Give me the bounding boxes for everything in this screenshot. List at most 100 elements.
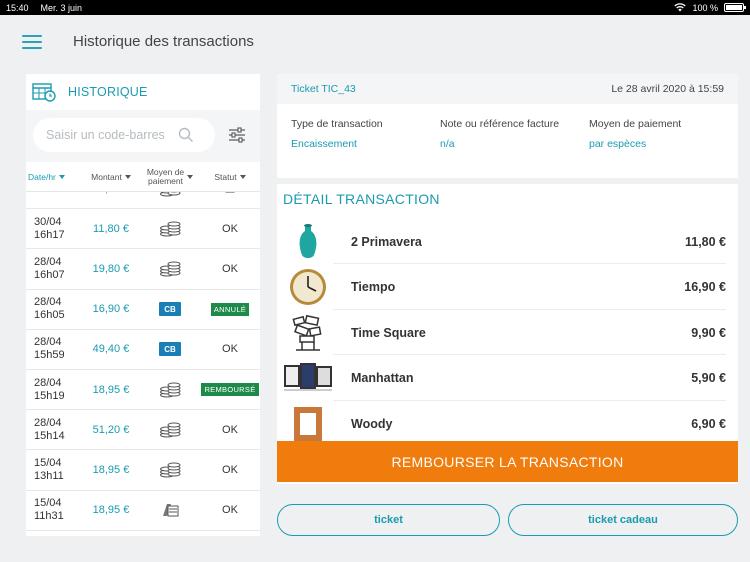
history-column-headers: Date/hr Montant Moyen de paiement Statut xyxy=(26,162,260,192)
item-price: 6,90 € xyxy=(691,416,726,431)
ticket-id: Ticket TIC_43 xyxy=(291,83,356,95)
transaction-item: Tiempo 16,90 € xyxy=(277,265,738,310)
row-payment: CB xyxy=(140,302,200,317)
transaction-row[interactable]: 28/04 15h14 51,20 € OK xyxy=(26,410,260,451)
row-datetime: 15/04 11h31 xyxy=(34,497,64,523)
transaction-row[interactable]: 28/04 16h07 19,80 € OK xyxy=(26,249,260,290)
item-price: 5,90 € xyxy=(691,371,726,385)
transaction-row[interactable]: 28/04 15h59 49,40 € CB OK xyxy=(26,329,260,370)
ticket-info: Type de transaction Encaissement Note ou… xyxy=(277,104,738,178)
battery-icon xyxy=(724,3,746,12)
wifi-icon xyxy=(674,3,687,12)
item-thumbnail xyxy=(282,221,334,263)
search-row xyxy=(26,110,260,162)
transaction-row[interactable]: 15/04 13h11 18,95 € OK xyxy=(26,450,260,491)
sort-amount-header[interactable]: Montant xyxy=(82,172,140,182)
row-status: OK xyxy=(222,222,238,235)
row-amount: 49,40 € xyxy=(92,343,130,356)
row-datetime: 15/04 13h11 xyxy=(34,456,64,482)
row-payment xyxy=(140,462,200,478)
row-payment xyxy=(140,192,200,197)
row-datetime: 28/04 15h59 xyxy=(34,336,65,362)
vase-icon xyxy=(299,223,317,258)
row-status: OK xyxy=(222,423,238,436)
item-price: 11,80 € xyxy=(684,234,726,249)
caret-down-icon xyxy=(239,174,246,179)
page-title: Historique des transactions xyxy=(73,33,254,50)
status-bar: 15:40 Mer. 3 juin 100 % xyxy=(0,0,750,15)
row-payment xyxy=(140,502,200,518)
frames-icon xyxy=(284,363,332,391)
nav-bar: Historique des transactions xyxy=(0,15,750,69)
history-panel: HISTORIQUE Date/hr Montant Moyen depaiem… xyxy=(26,74,260,536)
filter-icon[interactable] xyxy=(227,125,247,145)
wood-frame-icon xyxy=(294,406,322,441)
row-amount: 18,95 € xyxy=(92,504,130,517)
coins-icon xyxy=(160,192,181,197)
row-status: OK xyxy=(222,463,238,476)
row-datetime: 28/04 15h19 xyxy=(34,376,65,402)
print-ticket-button[interactable]: ticket xyxy=(277,504,500,536)
caret-down-icon xyxy=(124,174,131,179)
battery-percent: 100 % xyxy=(692,2,718,13)
item-price: 16,90 € xyxy=(684,280,726,294)
item-name: Tiempo xyxy=(351,280,396,294)
search-icon[interactable] xyxy=(178,127,194,143)
refund-transaction-button[interactable]: REMBOURSER LA TRANSACTION xyxy=(277,441,738,482)
row-amount: 18,95 € xyxy=(92,463,130,476)
detail-title: DÉTAIL TRANSACTION xyxy=(283,191,440,207)
item-thumbnail xyxy=(282,312,334,354)
ticket-datetime: Le 28 avril 2020 à 15:59 xyxy=(611,83,724,95)
row-amount: 11,80 € xyxy=(93,222,129,235)
status-time: 15:40 xyxy=(6,2,29,13)
row-status: OK xyxy=(222,343,238,356)
barcode-search-input[interactable] xyxy=(46,128,176,142)
item-thumbnail xyxy=(282,266,334,308)
row-status: OK xyxy=(222,504,238,517)
coins-icon xyxy=(160,221,181,237)
row-amount: 18,95 € xyxy=(92,383,130,396)
coins-icon xyxy=(160,422,181,438)
sculpture-icon xyxy=(292,314,322,351)
history-list[interactable]: 15h5726,90 € 30/0416h17 11,80 € OK 28/0416h0… xyxy=(26,192,260,536)
transaction-row[interactable]: 28/04 15h19 18,95 € REMBOURSÉ xyxy=(26,369,260,411)
history-header: HISTORIQUE xyxy=(26,74,260,110)
invoice-note: Note ou référence facture n/a xyxy=(440,118,560,150)
transaction-row[interactable]: 30/04 16h17 11,80 € OK xyxy=(26,209,260,250)
item-name: Manhattan xyxy=(351,371,414,385)
row-status: REMBOURSÉ xyxy=(200,383,260,397)
row-amount: 19,80 € xyxy=(92,262,130,275)
transaction-item: 2 Primavera 11,80 € xyxy=(277,219,738,264)
calendar-history-icon xyxy=(32,83,56,102)
sort-payment-header[interactable]: Moyen de paiement xyxy=(140,167,200,186)
history-title: HISTORIQUE xyxy=(68,85,148,99)
pending-icon xyxy=(225,192,235,193)
item-thumbnail xyxy=(282,403,334,445)
row-payment xyxy=(140,382,200,398)
sort-status-header[interactable]: Statut xyxy=(200,172,260,182)
ticket-header: Ticket TIC_43 Le 28 avril 2020 à 15:59 xyxy=(277,74,738,104)
item-thumbnail xyxy=(282,357,334,399)
payment-method: Moyen de paiement par espèces xyxy=(589,118,682,150)
sort-date-header[interactable]: Date/hr xyxy=(26,172,82,182)
coins-icon xyxy=(160,382,181,398)
row-amount: 51,20 € xyxy=(92,423,130,436)
coins-icon xyxy=(160,462,181,478)
transaction-row[interactable]: 15/04 11h31 18,95 € OK xyxy=(26,490,260,531)
item-price: 9,90 € xyxy=(691,325,726,340)
transaction-type: Type de transaction Encaissement xyxy=(291,118,383,150)
menu-icon[interactable] xyxy=(22,35,42,49)
transaction-row[interactable]: 28/04 16h05 16,90 € CB ANNULÉ xyxy=(26,289,260,330)
row-datetime: 30/04 16h17 xyxy=(34,215,65,241)
print-gift-ticket-button[interactable]: ticket cadeau xyxy=(508,504,738,536)
row-payment: CB xyxy=(140,342,200,357)
card-icon: CB xyxy=(159,302,181,317)
transaction-item: Woody 6,90 € xyxy=(277,401,738,446)
caret-down-icon xyxy=(58,174,65,179)
row-payment xyxy=(140,261,200,277)
transaction-row[interactable]: 15h5726,90 € xyxy=(26,192,260,210)
row-amount: 26,90 € xyxy=(82,192,140,195)
transaction-item: Time Square 9,90 € xyxy=(277,310,738,355)
search-box[interactable] xyxy=(33,118,215,152)
row-status xyxy=(200,192,260,193)
